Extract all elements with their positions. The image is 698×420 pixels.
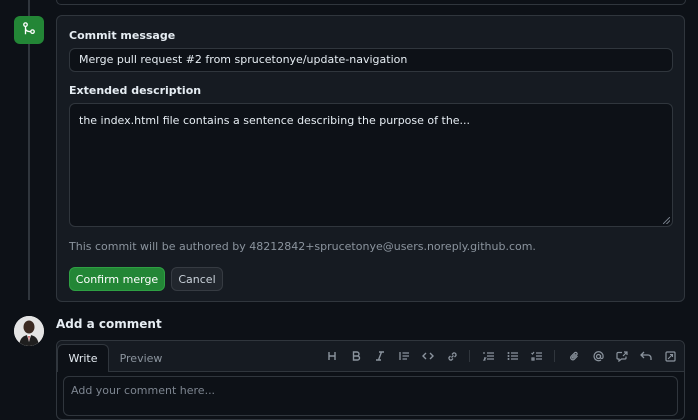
toolbar-separator: [554, 350, 555, 362]
heading-icon[interactable]: [325, 349, 339, 363]
merge-badge: [14, 16, 44, 44]
unordered-list-icon[interactable]: [506, 349, 520, 363]
ordered-list-icon[interactable]: [482, 349, 496, 363]
extended-description-text: the index.html file contains a sentence …: [79, 114, 471, 127]
commit-message-input[interactable]: Merge pull request #2 from sprucetonye/u…: [69, 48, 673, 72]
commit-message-label: Commit message: [69, 29, 176, 42]
toolbar-separator: [469, 350, 470, 362]
fullscreen-icon[interactable]: [663, 349, 677, 363]
timeline-line: [28, 0, 30, 300]
reply-icon[interactable]: [639, 349, 653, 363]
author-note: This commit will be authored by 48212842…: [69, 240, 536, 253]
git-merge-icon: [22, 21, 36, 40]
comment-box: Write Preview Add your comment here...: [56, 340, 685, 420]
cancel-button[interactable]: Cancel: [171, 267, 223, 291]
resize-handle-icon[interactable]: [663, 217, 670, 224]
previous-item-border: [56, 0, 686, 5]
code-icon[interactable]: [421, 349, 435, 363]
attach-icon[interactable]: [567, 349, 581, 363]
comment-tabbar: Write Preview: [57, 341, 684, 372]
avatar[interactable]: [14, 316, 44, 346]
merge-confirmation-panel: Commit message Merge pull request #2 fro…: [56, 15, 685, 302]
bold-icon[interactable]: [349, 349, 363, 363]
reference-icon[interactable]: [615, 349, 629, 363]
add-comment-title: Add a comment: [56, 317, 162, 331]
confirm-merge-button[interactable]: Confirm merge: [69, 267, 165, 291]
tab-preview[interactable]: Preview: [113, 345, 169, 372]
link-icon[interactable]: [445, 349, 459, 363]
italic-icon[interactable]: [373, 349, 387, 363]
quote-icon[interactable]: [397, 349, 411, 363]
tab-write[interactable]: Write: [57, 344, 109, 372]
extended-description-textarea[interactable]: the index.html file contains a sentence …: [69, 103, 673, 227]
comment-input[interactable]: Add your comment here...: [63, 376, 678, 416]
extended-description-label: Extended description: [69, 84, 202, 97]
task-list-icon[interactable]: [530, 349, 544, 363]
mention-icon[interactable]: [591, 349, 605, 363]
